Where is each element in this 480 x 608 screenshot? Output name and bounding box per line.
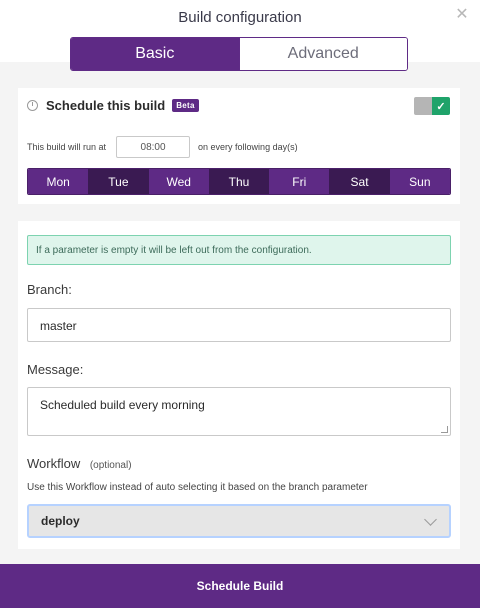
workflow-label-row: Workflow (optional) <box>27 456 132 471</box>
run-time-prefix: This build will run at <box>27 142 107 152</box>
dialog-title: Build configuration <box>178 9 302 26</box>
workflow-selected-value: deploy <box>41 514 80 528</box>
parameters-card: If a parameter is empty it will be left … <box>18 221 460 549</box>
clock-icon <box>27 100 38 111</box>
day-fri[interactable]: Fri <box>269 169 330 194</box>
schedule-card: Schedule this build Beta ✓ This build wi… <box>18 88 460 204</box>
chevron-down-icon <box>424 513 437 526</box>
day-mon[interactable]: Mon <box>28 169 89 194</box>
message-textarea[interactable]: Scheduled build every morning <box>27 387 451 436</box>
tab-bar: Basic Advanced <box>70 37 408 71</box>
branch-input[interactable]: master <box>27 308 451 342</box>
workflow-optional: (optional) <box>89 460 132 471</box>
workflow-label: Workflow <box>27 456 81 471</box>
workflow-helper-text: Use this Workflow instead of auto select… <box>27 482 368 493</box>
check-icon: ✓ <box>432 97 450 115</box>
day-thu[interactable]: Thu <box>208 169 270 194</box>
run-time-suffix: on every following day(s) <box>198 142 298 152</box>
resize-handle-icon[interactable] <box>441 426 448 433</box>
tab-advanced[interactable]: Advanced <box>238 38 407 70</box>
day-wed[interactable]: Wed <box>148 169 209 194</box>
schedule-toggle[interactable]: ✓ <box>414 97 450 115</box>
tab-basic[interactable]: Basic <box>71 38 239 70</box>
beta-badge: Beta <box>172 99 199 112</box>
schedule-header: Schedule this build Beta <box>27 98 199 113</box>
workflow-select[interactable]: deploy <box>27 504 451 538</box>
info-notice: If a parameter is empty it will be left … <box>27 235 451 265</box>
branch-label: Branch: <box>27 282 72 297</box>
schedule-title: Schedule this build <box>46 98 166 113</box>
day-tue[interactable]: Tue <box>88 169 149 194</box>
toggle-off-segment <box>414 97 432 115</box>
time-input[interactable] <box>116 136 191 158</box>
schedule-build-button[interactable]: Schedule Build <box>0 564 480 608</box>
close-icon[interactable]: ✕ <box>452 5 472 25</box>
message-label: Message: <box>27 362 84 377</box>
day-selector: Mon Tue Wed Thu Fri Sat Sun <box>27 168 451 195</box>
message-text: Scheduled build every morning <box>40 398 205 412</box>
day-sun[interactable]: Sun <box>389 169 450 194</box>
day-sat[interactable]: Sat <box>329 169 390 194</box>
run-time-row: This build will run at on every followin… <box>27 136 298 158</box>
